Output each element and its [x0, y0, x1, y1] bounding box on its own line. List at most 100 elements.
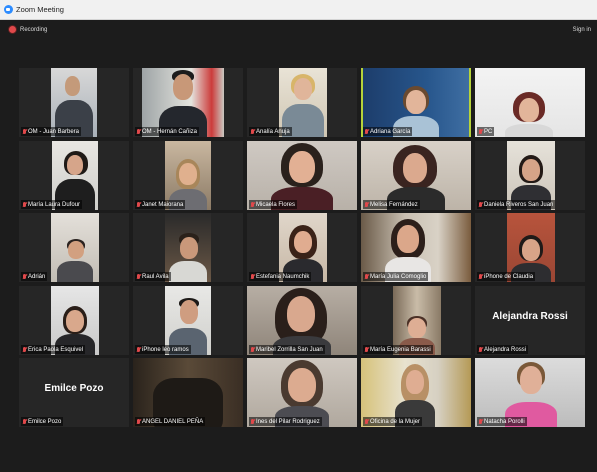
participant-name-tag: ANGEL DANIEL PEÑA	[135, 417, 206, 426]
participant-name: Micaela Flores	[256, 201, 296, 208]
participant-tile[interactable]: Melisa Fernández	[361, 141, 471, 210]
participant-name-tag: Daniela Riveros San Juan	[477, 200, 556, 209]
participant-display-name: Emilce Pozo	[44, 383, 104, 394]
participant-name: Adrián	[28, 273, 46, 280]
participant-tile[interactable]: Erica Paola Esquivel	[19, 286, 129, 355]
muted-mic-icon	[479, 274, 482, 279]
muted-mic-icon	[23, 419, 26, 424]
recording-indicator[interactable]: Recording	[9, 26, 47, 33]
muted-mic-icon	[365, 347, 368, 352]
participant-name-tag: Adrián	[21, 272, 48, 281]
participant-name: Daniela Riveros San Juan	[484, 201, 554, 208]
participant-tile-video-off[interactable]: Alejandra Rossi Alejandra Rossi	[475, 286, 585, 355]
participant-tile[interactable]: Estefania Naumchik	[247, 213, 357, 282]
participant-name-tag: Ines del Pilar Rodriguez	[249, 417, 322, 426]
participant-name-tag: Janet Maiorana	[135, 200, 186, 209]
zoom-icon	[4, 5, 13, 14]
participant-name: Raul Avila	[142, 273, 169, 280]
participant-name-tag: María Eugenia Barassi	[363, 345, 433, 354]
participant-name-tag: Raul Avila	[135, 272, 171, 281]
participant-tile[interactable]: Oficina de la Mujer	[361, 358, 471, 427]
participant-name: María Julia Comoglio	[370, 273, 427, 280]
participant-tile[interactable]: Adrián	[19, 213, 129, 282]
muted-mic-icon	[365, 419, 368, 424]
participant-tile[interactable]: Micaela Flores	[247, 141, 357, 210]
participant-name-tag: María Laura Dufour	[21, 200, 83, 209]
participant-name: ANGEL DANIEL PEÑA	[142, 418, 204, 425]
participant-tile[interactable]: Natacha Porolli	[475, 358, 585, 427]
muted-mic-icon	[365, 202, 368, 207]
muted-mic-icon	[137, 347, 140, 352]
participant-name: Emilce Pozo	[28, 418, 62, 425]
participant-name: iPhone leo ramos	[142, 346, 189, 353]
participant-tile[interactable]: Analía Anuja	[247, 68, 357, 137]
muted-mic-icon	[137, 419, 140, 424]
participant-name: OM - Juan Barbera	[28, 128, 80, 135]
participant-name-tag: Oficina de la Mujer	[363, 417, 423, 426]
participant-tile[interactable]: María Laura Dufour	[19, 141, 129, 210]
participant-name: PC	[484, 128, 493, 135]
muted-mic-icon	[251, 129, 254, 134]
participant-name: iPhone de Claudia	[484, 273, 534, 280]
participant-tile[interactable]: Raul Avila	[133, 213, 243, 282]
participant-name-tag: Alejandra Rossi	[477, 345, 529, 354]
participant-name-tag: Analía Anuja	[249, 127, 292, 136]
participant-video	[165, 213, 211, 282]
participant-tile[interactable]: María Eugenia Barassi	[361, 286, 471, 355]
gallery-view: OM - Juan Barbera OM - Hernán Cañiza Ana…	[19, 68, 587, 430]
participant-name: Adriana García	[370, 128, 411, 135]
participant-display-name: Alejandra Rossi	[492, 311, 568, 322]
muted-mic-icon	[251, 202, 254, 207]
participant-tile[interactable]: Daniela Riveros San Juan	[475, 141, 585, 210]
muted-mic-icon	[365, 129, 368, 134]
sign-in-button[interactable]: Sign in	[573, 27, 591, 33]
participant-name: Natacha Porolli	[484, 418, 525, 425]
participant-tile[interactable]: OM - Hernán Cañiza	[133, 68, 243, 137]
window-title: Zoom Meeting	[16, 5, 64, 14]
participant-name-tag: Emilce Pozo	[21, 417, 64, 426]
meeting-top-bar: Recording Sign in	[0, 20, 597, 41]
participant-name-tag: María Julia Comoglio	[363, 272, 429, 281]
participant-tile[interactable]: María Julia Comoglio	[361, 213, 471, 282]
muted-mic-icon	[23, 274, 26, 279]
muted-mic-icon	[479, 129, 482, 134]
participant-name-tag: Erica Paola Esquivel	[21, 345, 86, 354]
title-bar: Zoom Meeting	[0, 0, 597, 20]
participant-name: Erica Paola Esquivel	[28, 346, 84, 353]
muted-mic-icon	[479, 202, 482, 207]
participant-tile[interactable]: Maribel Zorrilla San Juan	[247, 286, 357, 355]
participant-name: Alejandra Rossi	[484, 346, 527, 353]
record-icon	[9, 26, 16, 33]
participant-tile[interactable]: Ines del Pilar Rodriguez	[247, 358, 357, 427]
participant-name-tag: PC	[477, 127, 495, 136]
bottom-area	[0, 440, 597, 472]
participant-name: Analía Anuja	[256, 128, 290, 135]
participant-tile[interactable]: Janet Maiorana	[133, 141, 243, 210]
participant-name-tag: iPhone de Claudia	[477, 272, 536, 281]
participant-name: Maribel Zorrilla San Juan	[256, 346, 323, 353]
muted-mic-icon	[23, 129, 26, 134]
participant-tile[interactable]: OM - Juan Barbera	[19, 68, 129, 137]
active-speaker-tile[interactable]: Adriana García	[361, 68, 471, 137]
participant-name-tag: OM - Hernán Cañiza	[135, 127, 200, 136]
participant-name: Oficina de la Mujer	[370, 418, 421, 425]
participant-name-tag: Micaela Flores	[249, 200, 298, 209]
participant-name: OM - Hernán Cañiza	[142, 128, 198, 135]
participant-name-tag: Natacha Porolli	[477, 417, 527, 426]
participant-name: Estefania Naumchik	[256, 273, 310, 280]
participant-tile[interactable]: iPhone de Claudia	[475, 213, 585, 282]
participant-name: Janet Maiorana	[142, 201, 184, 208]
participant-name-tag: Estefania Naumchik	[249, 272, 312, 281]
participant-tile[interactable]: ANGEL DANIEL PEÑA	[133, 358, 243, 427]
participant-name-tag: Maribel Zorrilla San Juan	[249, 345, 325, 354]
muted-mic-icon	[251, 419, 254, 424]
muted-mic-icon	[23, 347, 26, 352]
participant-tile-video-off[interactable]: Emilce Pozo Emilce Pozo	[19, 358, 129, 427]
participant-name-tag: iPhone leo ramos	[135, 345, 191, 354]
participant-name-tag: Melisa Fernández	[363, 200, 420, 209]
participant-name-tag: Adriana García	[363, 127, 413, 136]
muted-mic-icon	[23, 202, 26, 207]
participant-name: Ines del Pilar Rodriguez	[256, 418, 320, 425]
participant-tile[interactable]: iPhone leo ramos	[133, 286, 243, 355]
participant-tile[interactable]: PC	[475, 68, 585, 137]
